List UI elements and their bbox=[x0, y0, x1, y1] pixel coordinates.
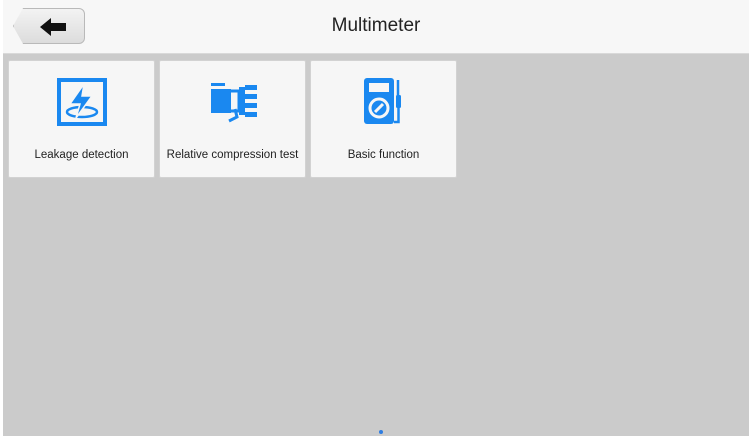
page-indicator-dot bbox=[379, 430, 383, 434]
leakage-detection-tile[interactable]: Leakage detection bbox=[8, 60, 155, 178]
header-bar: Multimeter bbox=[3, 0, 749, 54]
tile-label: Relative compression test bbox=[166, 149, 299, 161]
multimeter-icon bbox=[363, 78, 401, 124]
tile-label: Leakage detection bbox=[34, 149, 129, 161]
relative-compression-test-tile[interactable]: Relative compression test bbox=[159, 60, 306, 178]
compression-test-icon bbox=[210, 83, 257, 123]
screen: Multimeter Leakage detection Relative co… bbox=[3, 0, 749, 436]
tile-label: Basic function bbox=[347, 149, 420, 161]
basic-function-tile[interactable]: Basic function bbox=[310, 60, 457, 178]
lightning-icon bbox=[56, 78, 107, 126]
page-title: Multimeter bbox=[331, 15, 421, 36]
